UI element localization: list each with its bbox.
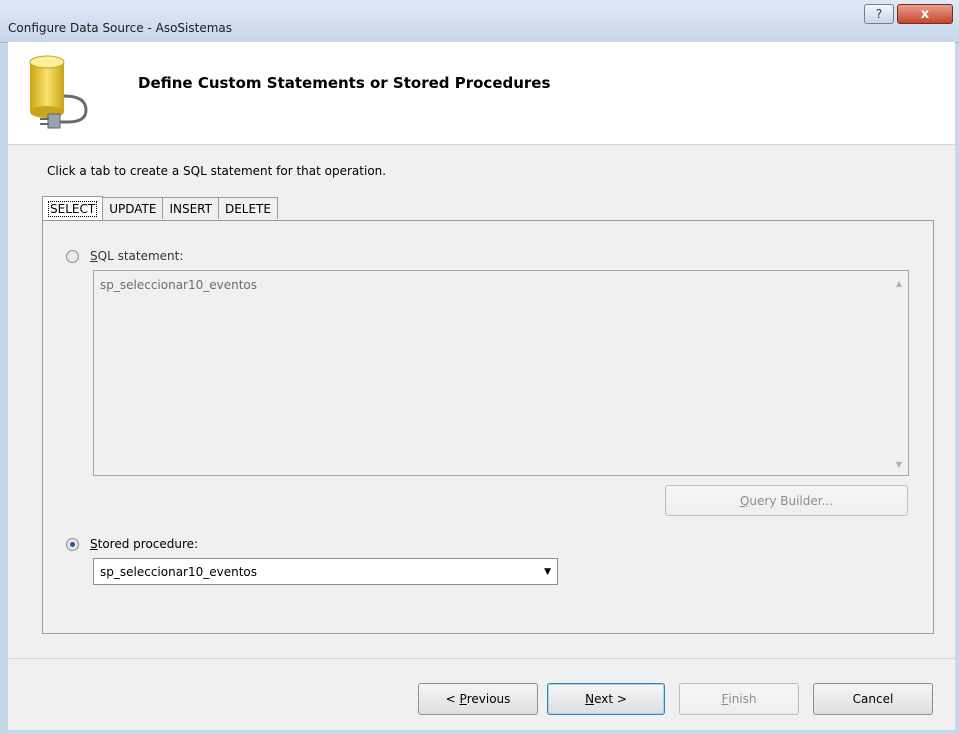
window-title: Configure Data Source - AsoSistemas (8, 21, 233, 35)
sql-statement-value: sp_seleccionar10_eventos (100, 278, 258, 292)
tab-insert[interactable]: INSERT (162, 197, 219, 219)
previous-accel: P (459, 692, 467, 706)
tab-update-label: UPDATE (109, 201, 157, 216)
finish-button[interactable]: Finish (679, 683, 799, 715)
cancel-label: Cancel (852, 692, 894, 706)
help-button[interactable]: ? (864, 4, 894, 24)
stored-procedure-value: sp_seleccionar10_eventos (100, 565, 258, 579)
scroll-down-icon[interactable]: ▼ (896, 460, 902, 469)
tab-update[interactable]: UPDATE (102, 197, 164, 219)
page-title: Define Custom Statements or Stored Proce… (138, 74, 551, 92)
query-builder-accel: Q (739, 493, 750, 508)
instruction-text: Click a tab to create a SQL statement fo… (47, 164, 387, 178)
finish-accel: F (721, 692, 729, 706)
next-rest: ext > (594, 692, 627, 706)
finish-rest: inish (728, 692, 757, 706)
stored-procedure-dropdown[interactable]: sp_seleccionar10_eventos ▼ (93, 558, 558, 585)
stored-procedure-label-rest: tored procedure: (97, 537, 199, 551)
stored-procedure-radio[interactable] (66, 538, 79, 551)
query-builder-label-rest: uery Builder... (749, 493, 834, 508)
sql-statement-radio[interactable] (66, 250, 79, 263)
tab-select[interactable]: SELECT (42, 196, 104, 220)
tab-delete-label: DELETE (224, 201, 271, 216)
database-plug-icon (29, 55, 88, 129)
operation-tabs: SELECT UPDATE INSERT DELETE (42, 196, 278, 220)
sql-statement-accel: S (90, 249, 98, 263)
close-button[interactable]: x (897, 4, 953, 24)
sql-statement-label: SQL statement: (90, 249, 183, 263)
help-icon: ? (875, 7, 883, 21)
sql-statement-textarea[interactable]: sp_seleccionar10_eventos ▲ ▼ (93, 270, 909, 476)
stored-procedure-label: Stored procedure: (90, 537, 198, 551)
stored-procedure-accel: S (90, 537, 98, 551)
cancel-button[interactable]: Cancel (813, 683, 933, 715)
scroll-up-icon[interactable]: ▲ (896, 279, 902, 288)
previous-rest: revious (466, 692, 511, 706)
next-accel: N (585, 692, 595, 706)
previous-button[interactable]: < Previous (418, 683, 538, 715)
footer-divider (8, 658, 955, 659)
previous-prefix: < (445, 692, 460, 706)
tab-insert-label: INSERT (169, 201, 212, 216)
tab-select-label: SELECT (47, 200, 98, 217)
title-bar[interactable]: Configure Data Source - AsoSistemas ? x (0, 0, 959, 43)
tab-delete[interactable]: DELETE (217, 197, 278, 219)
close-icon: x (920, 6, 930, 22)
sql-statement-label-rest: QL statement: (97, 249, 184, 263)
dropdown-arrow-icon: ▼ (544, 567, 551, 577)
wizard-header: Define Custom Statements or Stored Proce… (8, 42, 955, 145)
next-button[interactable]: Next > (547, 683, 665, 715)
query-builder-button[interactable]: Query Builder... (665, 485, 908, 516)
